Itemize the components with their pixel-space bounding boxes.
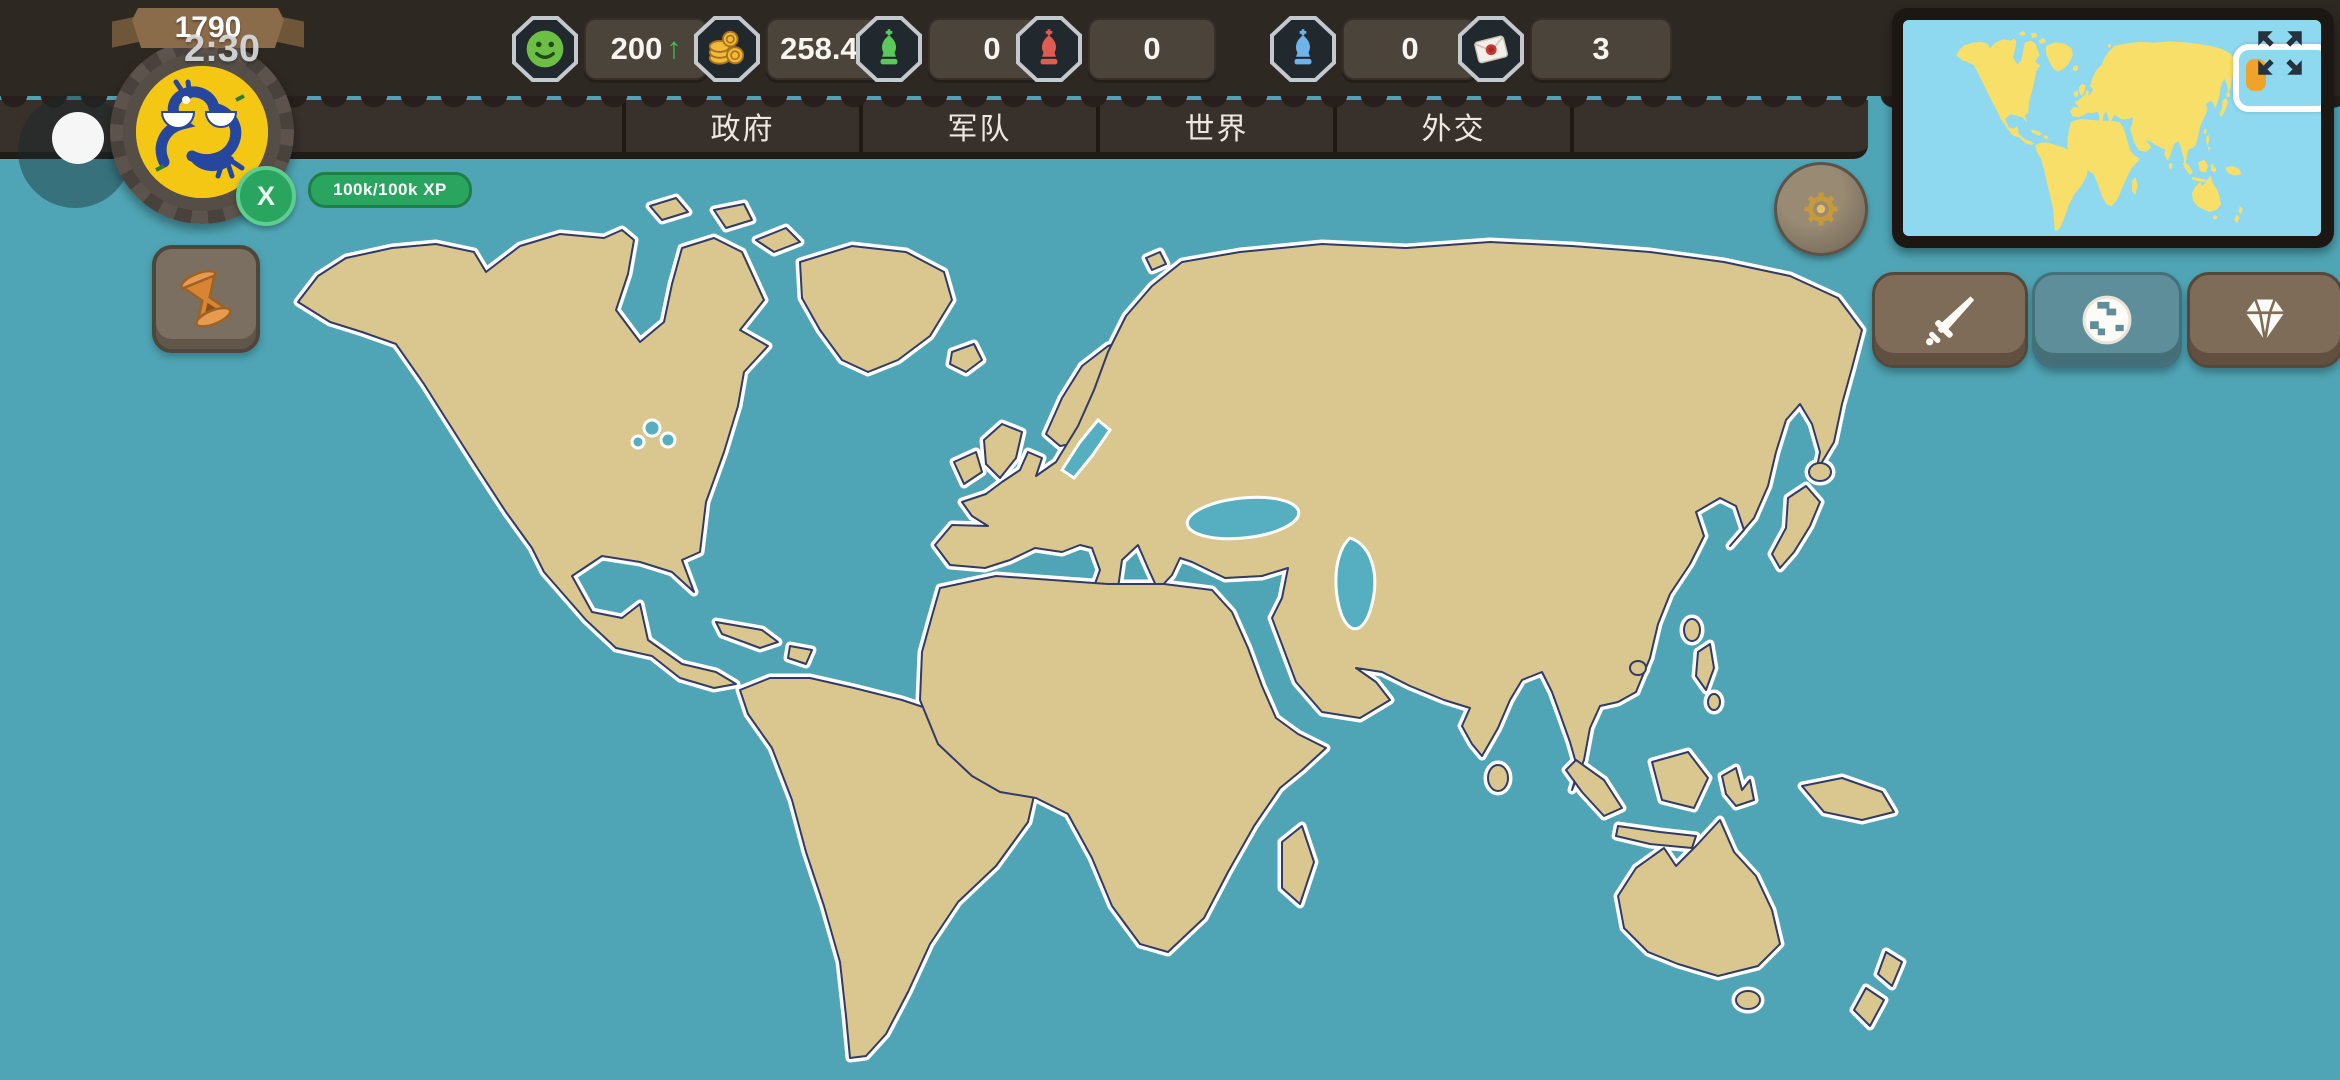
hourglass-icon — [180, 269, 232, 328]
pointer-dot[interactable] — [52, 112, 104, 164]
turn-timer: 2:30 — [183, 28, 261, 70]
crown-blue-icon — [1281, 27, 1325, 71]
diamond-icon — [2245, 299, 2285, 341]
expand-arrows-icon[interactable] — [2251, 24, 2309, 82]
happiness-icon — [526, 30, 564, 68]
envelope-icon — [1474, 35, 1509, 64]
crown-green-icon — [867, 27, 911, 71]
letters-value: 3 — [1592, 31, 1610, 66]
xp-bar: 100k/100k XP — [308, 172, 472, 208]
xp-label: 100k/100k XP — [333, 180, 447, 199]
happiness-value: 200 — [610, 31, 663, 66]
green-points-value: 0 — [983, 31, 1001, 66]
time-speed-button[interactable] — [152, 245, 260, 353]
gear-icon — [1804, 192, 1838, 226]
coins-icon — [708, 30, 745, 65]
settings-button[interactable] — [1774, 162, 1868, 256]
sword-icon — [1926, 296, 1975, 346]
resource-happiness[interactable]: 200 ↑ — [512, 16, 708, 82]
globe-icon — [2082, 295, 2132, 345]
red-points-value: 0 — [1143, 31, 1161, 66]
resource-blue-points[interactable]: 0 — [1270, 16, 1478, 82]
resource-red-points[interactable]: 0 — [1016, 16, 1216, 82]
minimap[interactable] — [1903, 20, 2321, 236]
minimap-panel — [1892, 8, 2334, 248]
crown-red-icon — [1027, 27, 1071, 71]
close-level-button[interactable]: X — [236, 166, 296, 226]
trend-up-arrow: ↑ — [666, 32, 682, 65]
premium-shop-button[interactable] — [2187, 272, 2340, 368]
blue-points-value: 0 — [1401, 31, 1419, 66]
resource-letters[interactable]: 3 — [1458, 16, 1672, 82]
world-view-button[interactable] — [2032, 272, 2182, 368]
war-button[interactable] — [1872, 272, 2028, 368]
game-screen: { "hud": { "year": "1790", "time": "2:30… — [0, 0, 2340, 1080]
